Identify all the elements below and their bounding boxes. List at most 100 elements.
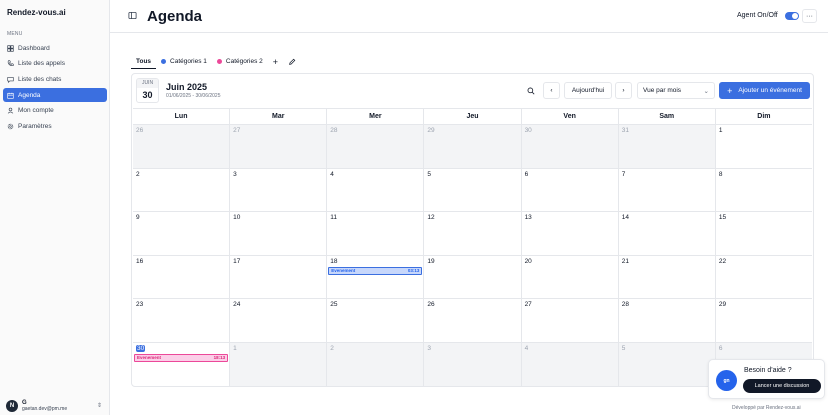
start-chat-button[interactable]: Lancer une discussion [743,379,821,393]
calendar-day-cell[interactable]: 28 [327,125,425,168]
calendar-day-cell[interactable]: 5 [424,168,522,211]
day-number: 26 [136,127,144,134]
calendar-day-cell[interactable]: 12 [424,212,522,255]
calendar-day-cell[interactable]: 4 [521,342,619,386]
calendar-day-cell[interactable]: 8 [716,169,812,212]
category-dot-icon [216,59,222,64]
calendar-event[interactable]: Evenement 03:13 [328,266,423,275]
calendar-day-cell[interactable]: 2 [133,168,231,211]
tab-category-2[interactable]: Catégories 2 [212,54,268,69]
calendar-day-cell[interactable]: 28 [619,299,716,342]
calendar-day-cell[interactable]: 9 [133,212,231,255]
calendar-day-cell[interactable]: 16 [133,255,231,298]
calendar-day-cell[interactable]: 29 [716,299,812,342]
calendar-day-cell[interactable]: 10 [230,212,328,255]
calendar-day-cell[interactable]: 11 [327,212,425,255]
view-select[interactable]: Vue par mois ⌄ [637,82,715,99]
day-number: 7 [621,170,626,178]
view-select-value: Vue par mois [643,87,682,94]
calendar-event[interactable]: Evenement 18:13 [134,353,229,362]
sidebar-item-label: Paramètres [18,122,52,130]
calendar-day-cell[interactable]: 24 [230,299,328,342]
tab-label: Tous [136,57,152,65]
calendar-day-cell[interactable]: 2 [327,342,425,386]
calendar-day-cell[interactable]: 6 [522,168,619,211]
weekday-label: Mar [230,109,328,124]
calendar-day-cell[interactable]: 21 [619,255,716,298]
weekday-header: Lun Mar Mer Jeu Ven Sam Dim [133,108,812,125]
user-menu[interactable]: N G gaetan.dev@pm.me ⇕ [6,398,106,414]
support-avatar: gn [716,370,737,391]
sidebar-item-settings[interactable]: Paramètres [3,119,107,133]
add-category-button[interactable]: + [268,57,283,67]
calendar-day-cell[interactable]: 18 Evenement 03:13 [327,255,425,298]
calendar-day-cell[interactable]: 1 [230,342,328,386]
sidebar-item-label: Liste des appels [18,60,65,68]
calendar-day-cell[interactable]: 4 [327,168,425,211]
avatar: N [6,400,18,412]
calendar-day-cell[interactable]: 20 [522,255,619,298]
sidebar-item-agenda[interactable]: Agenda [3,88,107,103]
calendar-day-cell[interactable]: 19 [424,255,522,298]
calendar-day-cell[interactable]: 26 [424,299,522,342]
sidebar-item-chats[interactable]: Liste des chats [3,72,107,86]
agent-toggle[interactable] [785,12,799,20]
event-title: Evenement [137,355,162,360]
day-number: 30 [524,127,532,134]
calendar-week-row: 26 27 28 29 30 31 1 [133,125,812,169]
sidebar-item-account[interactable]: Mon compte [3,104,107,118]
day-number: 8 [718,170,723,178]
month-grid: 26 27 28 29 30 31 1 2 3 4 5 6 7 8 9 10 11 12 13 14 15 16 17 18 E… [133,125,812,386]
calendar-day-cell[interactable]: 5 [618,342,716,386]
sidebar-item-label: Dashboard [18,44,50,52]
calendar-day-cell[interactable]: 17 [230,255,328,298]
day-number: 14 [621,214,629,221]
day-number: 28 [621,301,629,308]
sidebar-item-calls[interactable]: Liste des appels [3,57,107,71]
calendar-day-cell[interactable]: 26 [133,125,231,168]
calendar-day-cell[interactable]: 15 [716,212,812,255]
calendar-day-cell[interactable]: 7 [619,168,716,211]
user-email: gaetan.dev@pm.me [22,406,68,412]
day-number: 16 [136,257,144,265]
pencil-icon[interactable] [288,58,296,66]
calendar-day-cell[interactable]: 3 [230,168,328,211]
tab-category-1[interactable]: Catégories 1 [156,54,212,69]
sidebar-toggle-icon[interactable] [128,11,137,20]
day-number: 1 [233,344,237,352]
chevron-down-icon: ⌄ [703,87,709,95]
search-button[interactable] [524,82,538,99]
calendar-day-cell[interactable]: 22 [716,256,812,299]
category-dot-icon [161,59,167,64]
sidebar-item-dashboard[interactable]: Dashboard [3,41,107,55]
day-number: 9 [136,214,140,221]
sidebar-item-label: Liste des chats [18,75,62,83]
calendar-day-cell[interactable]: 27 [230,125,328,168]
previous-month-button[interactable]: ‹ [543,82,560,99]
weekday-label: Lun [133,109,231,124]
calendar-day-cell[interactable]: 3 [424,342,522,386]
day-number: 28 [330,127,338,134]
calendar-day-cell[interactable]: 29 [424,125,522,168]
calendar-day-cell[interactable]: 23 [133,299,231,342]
calendar-day-cell[interactable]: 14 [619,212,716,255]
calendar-header: JUIN 30 Juin 2025 01/06/2025 - 30/06/202… [132,74,813,107]
sidebar-item-label: Agenda [18,91,41,99]
brand-name: Rendez-vous.ai [7,8,66,17]
today-button[interactable]: Aujourd'hui [564,82,612,99]
day-number: 22 [718,257,727,265]
tab-all[interactable]: Tous [131,54,157,69]
add-event-button[interactable]: + Ajouter un événement [719,82,810,99]
calendar-day-cell[interactable]: 31 [618,125,716,168]
weekday-label: Sam [619,109,716,124]
calendar-day-cell[interactable]: 30 Evenement 18:13 [133,342,231,386]
event-title: Evenement [331,268,356,273]
calendar-day-cell[interactable]: 25 [327,299,425,342]
calendar-day-cell[interactable]: 30 [521,125,619,168]
next-month-button[interactable]: › [615,82,632,99]
calendar-day-cell[interactable]: 13 [522,212,619,255]
more-options-button[interactable]: ··· [802,9,817,23]
calendar-day-cell[interactable]: 1 [716,125,812,168]
search-icon [527,87,535,94]
calendar-day-cell[interactable]: 27 [522,299,619,342]
